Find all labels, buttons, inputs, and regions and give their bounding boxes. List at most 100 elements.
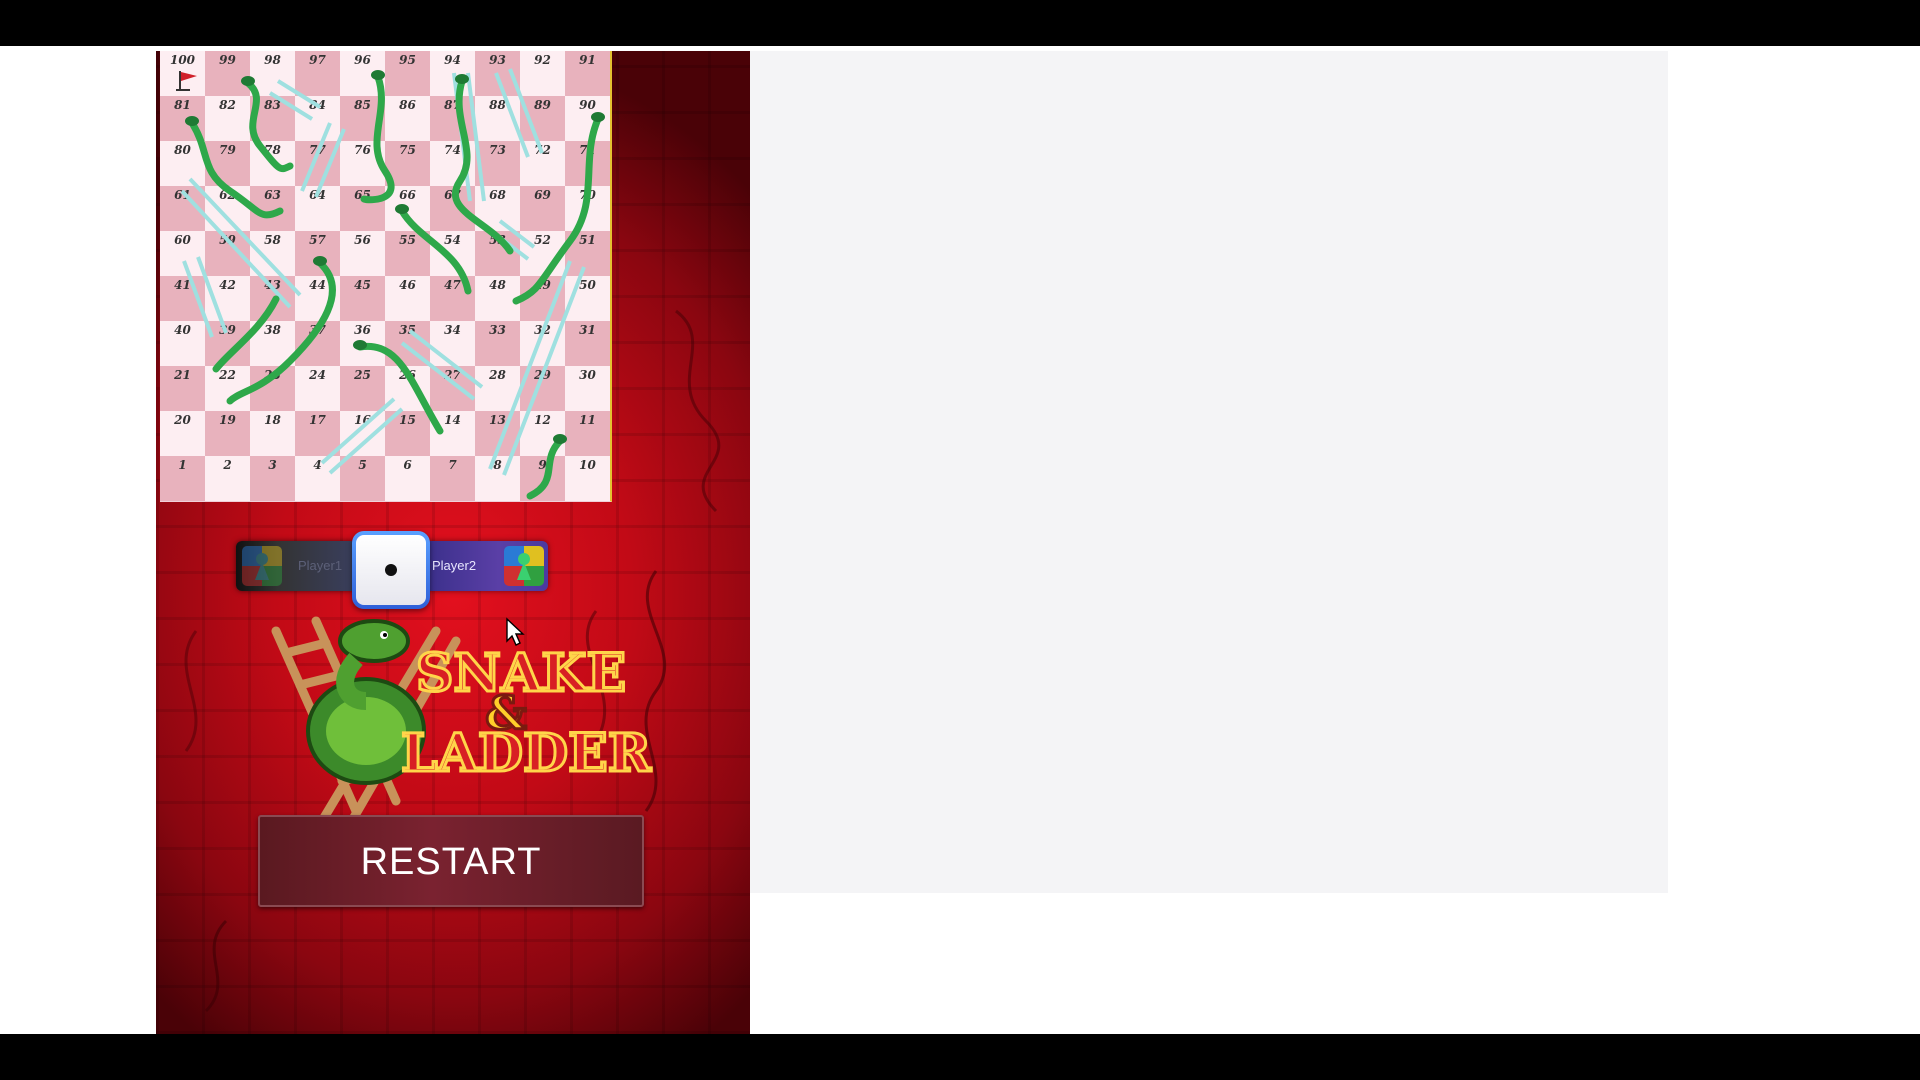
board-cell-number: 25 xyxy=(354,368,371,382)
board-cell: 10 xyxy=(565,456,610,501)
board-cell-number: 72 xyxy=(534,143,551,157)
board-cell: 19 xyxy=(205,411,250,456)
board-cell-number: 31 xyxy=(579,323,596,337)
board-cell-number: 32 xyxy=(534,323,551,337)
board-cell-number: 22 xyxy=(219,368,236,382)
empty-side-panel xyxy=(750,51,1668,893)
board-cell: 12 xyxy=(520,411,565,456)
board-grid: 100 99 98 97 96 95 94 93 92 91 81 82 83 84 85 86 87 88 89 9… xyxy=(160,51,610,501)
board-cell: 99 xyxy=(205,51,250,96)
player1-panel: Player1 xyxy=(236,541,356,591)
board-cell-number: 47 xyxy=(444,278,461,292)
board-cell-number: 85 xyxy=(354,98,371,112)
board-cell-number: 98 xyxy=(264,53,281,67)
board-cell: 71 xyxy=(565,141,610,186)
board-cell-number: 8 xyxy=(493,458,502,472)
board-cell: 24 xyxy=(295,366,340,411)
board-cell: 45 xyxy=(340,276,385,321)
board-cell-number: 50 xyxy=(579,278,596,292)
board-cell: 43 xyxy=(250,276,295,321)
board-cell-number: 10 xyxy=(579,458,596,472)
board-cell-number: 73 xyxy=(489,143,506,157)
board-cell-number: 57 xyxy=(309,233,326,247)
turn-indicator: Player1 Player2 xyxy=(230,529,554,609)
player1-token-icon xyxy=(242,546,282,586)
board-cell: 23 xyxy=(250,366,295,411)
board-cell: 46 xyxy=(385,276,430,321)
board-cell-number: 41 xyxy=(174,278,191,292)
board-cell: 74 xyxy=(430,141,475,186)
board-cell-number: 2 xyxy=(223,458,232,472)
board-cell: 35 xyxy=(385,321,430,366)
board-cell: 81 xyxy=(160,96,205,141)
board-cell: 92 xyxy=(520,51,565,96)
board-cell-number: 44 xyxy=(309,278,326,292)
board-cell-number: 81 xyxy=(174,98,191,112)
board-cell-number: 69 xyxy=(534,188,551,202)
board-cell-number: 49 xyxy=(534,278,551,292)
board-cell: 52 xyxy=(520,231,565,276)
board-cell-number: 66 xyxy=(399,188,416,202)
board-cell: 61 xyxy=(160,186,205,231)
player2-panel: Player2 xyxy=(424,541,548,591)
board-cell: 3 xyxy=(250,456,295,501)
board-cell: 51 xyxy=(565,231,610,276)
board-cell: 25 xyxy=(340,366,385,411)
board-cell-number: 27 xyxy=(444,368,461,382)
board-cell-number: 83 xyxy=(264,98,281,112)
board-cell: 96 xyxy=(340,51,385,96)
board-cell: 78 xyxy=(250,141,295,186)
board-cell: 66 xyxy=(385,186,430,231)
board-cell-number: 74 xyxy=(444,143,461,157)
board-cell-number: 89 xyxy=(534,98,551,112)
board-cell: 30 xyxy=(565,366,610,411)
board-cell: 39 xyxy=(205,321,250,366)
board-cell-number: 59 xyxy=(219,233,236,247)
board-cell-number: 94 xyxy=(444,53,461,67)
board-cell: 83 xyxy=(250,96,295,141)
board-cell: 16 xyxy=(340,411,385,456)
board-cell: 18 xyxy=(250,411,295,456)
board-cell: 67 xyxy=(430,186,475,231)
board-cell-number: 99 xyxy=(219,53,236,67)
board-cell: 1 xyxy=(160,456,205,501)
board-cell-number: 37 xyxy=(309,323,326,337)
board-cell-number: 75 xyxy=(399,143,416,157)
board-cell: 89 xyxy=(520,96,565,141)
board-cell-number: 60 xyxy=(174,233,191,247)
game-board: 100 99 98 97 96 95 94 93 92 91 81 82 83 84 85 86 87 88 89 9… xyxy=(160,51,612,502)
board-cell: 31 xyxy=(565,321,610,366)
board-cell: 98 xyxy=(250,51,295,96)
board-cell: 6 xyxy=(385,456,430,501)
board-cell: 26 xyxy=(385,366,430,411)
board-cell: 5 xyxy=(340,456,385,501)
board-cell: 11 xyxy=(565,411,610,456)
board-cell: 90 xyxy=(565,96,610,141)
board-cell-number: 82 xyxy=(219,98,236,112)
board-cell: 68 xyxy=(475,186,520,231)
board-cell: 64 xyxy=(295,186,340,231)
letterbox-top xyxy=(0,0,1920,46)
board-cell-number: 91 xyxy=(579,53,596,67)
dice-button[interactable] xyxy=(352,531,430,609)
board-cell-number: 42 xyxy=(219,278,236,292)
board-cell: 82 xyxy=(205,96,250,141)
board-cell: 84 xyxy=(295,96,340,141)
board-cell-number: 36 xyxy=(354,323,371,337)
letterbox-bottom xyxy=(0,1034,1920,1080)
board-cell: 55 xyxy=(385,231,430,276)
board-cell-number: 56 xyxy=(354,233,371,247)
player1-label: Player1 xyxy=(298,558,343,573)
board-cell-number: 43 xyxy=(264,278,281,292)
board-cell: 32 xyxy=(520,321,565,366)
board-cell: 88 xyxy=(475,96,520,141)
board-cell: 49 xyxy=(520,276,565,321)
board-cell: 14 xyxy=(430,411,475,456)
board-cell-number: 78 xyxy=(264,143,281,157)
restart-button[interactable]: RESTART xyxy=(258,815,644,907)
board-cell: 4 xyxy=(295,456,340,501)
board-cell: 13 xyxy=(475,411,520,456)
board-cell: 87 xyxy=(430,96,475,141)
board-cell-number: 16 xyxy=(354,413,371,427)
board-cell-number: 53 xyxy=(489,233,506,247)
